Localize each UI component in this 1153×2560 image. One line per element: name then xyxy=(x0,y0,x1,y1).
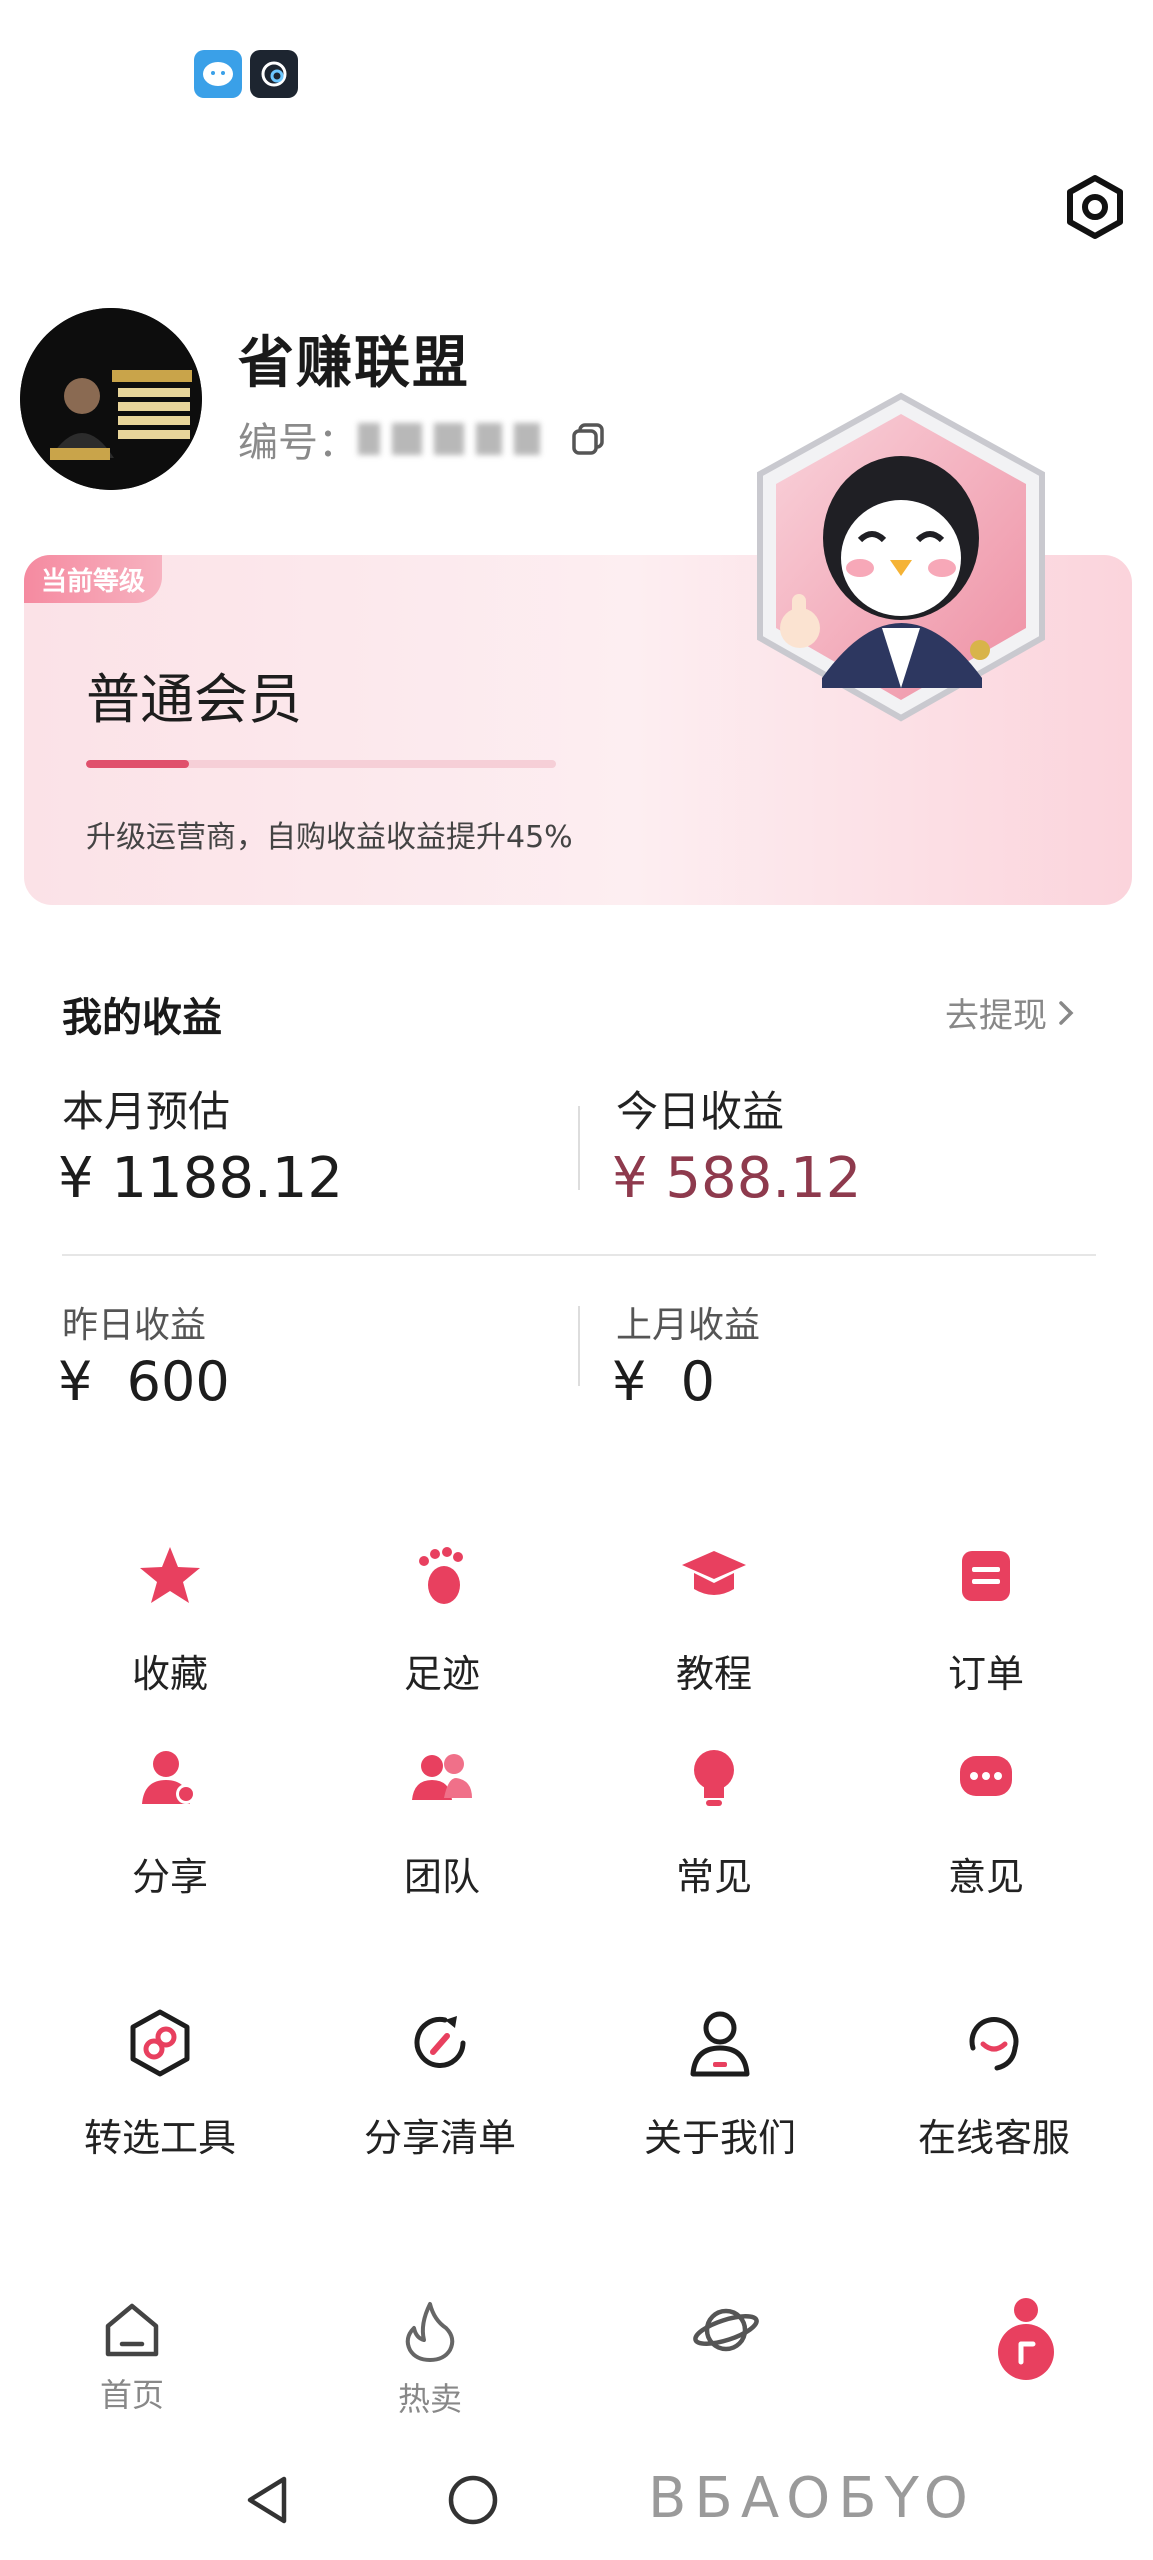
nav-label: 热卖 xyxy=(397,2380,462,2418)
level-upgrade-hint: 升级运营商，自购收益收益提升45% xyxy=(86,820,573,855)
grid-item-footprints[interactable]: 足迹 xyxy=(342,1535,542,1698)
yesterday-earnings-value: ¥ 600 xyxy=(58,1350,230,1413)
grid-item-tutorials[interactable]: 教程 xyxy=(614,1535,814,1698)
grid-label: 意见 xyxy=(947,1855,1024,1899)
user-id-label: 编号： xyxy=(238,420,358,466)
grid-label: 订单 xyxy=(947,1652,1024,1696)
month-estimate-label: 本月预估 xyxy=(62,1087,231,1136)
settings-hexagon-icon[interactable] xyxy=(1060,172,1130,242)
watermark: BБAOБYO xyxy=(648,2466,976,2531)
system-home-button[interactable] xyxy=(438,2470,508,2530)
user-id-redacted xyxy=(434,423,464,455)
tool-label: 在线客服 xyxy=(917,2116,1070,2160)
user-id-redacted xyxy=(392,423,422,455)
tool-item-convert[interactable]: 转选工具 xyxy=(30,2005,290,2162)
tool-label: 转选工具 xyxy=(83,2116,236,2160)
today-earnings-value: ¥ 588.12 xyxy=(612,1146,862,1211)
graduation-cap-icon xyxy=(674,1535,754,1615)
system-back-button[interactable] xyxy=(232,2470,302,2530)
lightbulb-icon xyxy=(674,1738,754,1818)
tool-label: 分享清单 xyxy=(363,2116,516,2160)
chat-bubble-icon xyxy=(946,1738,1026,1818)
month-estimate-value: ¥ 1188.12 xyxy=(58,1146,344,1211)
nav-profile[interactable] xyxy=(956,2296,1096,2382)
earnings-divider xyxy=(578,1106,580,1190)
grid-item-share[interactable]: 分享 xyxy=(70,1738,270,1901)
last-month-earnings-label: 上月收益 xyxy=(616,1305,761,1346)
person-outline-icon xyxy=(682,2005,758,2081)
user-id-row: 编号： xyxy=(238,410,608,468)
grid-item-favorites[interactable]: 收藏 xyxy=(70,1535,270,1698)
today-earnings-label: 今日收益 xyxy=(616,1087,785,1136)
earnings-row-divider xyxy=(62,1254,1096,1256)
grid-item-faq[interactable]: 常见 xyxy=(614,1738,814,1901)
username: 省赚联盟 xyxy=(238,331,470,396)
withdraw-label: 去提现 xyxy=(945,996,1047,1036)
grid-label: 团队 xyxy=(403,1855,480,1899)
grid-label: 足迹 xyxy=(403,1652,480,1696)
user-id-redacted xyxy=(358,423,380,455)
share-user-icon xyxy=(130,1738,210,1818)
share-list-icon xyxy=(402,2005,478,2081)
tool-item-customer-service[interactable]: 在线客服 xyxy=(864,2005,1124,2162)
team-icon xyxy=(402,1738,482,1818)
home-icon xyxy=(62,2300,202,2360)
user-id-redacted xyxy=(514,423,540,455)
grid-label: 教程 xyxy=(675,1652,752,1696)
tool-item-share-list[interactable]: 分享清单 xyxy=(310,2005,570,2162)
nav-home[interactable]: 首页 xyxy=(62,2300,202,2416)
order-icon xyxy=(946,1535,1026,1615)
yesterday-earnings-label: 昨日收益 xyxy=(62,1305,207,1346)
tool-item-about[interactable]: 关于我们 xyxy=(590,2005,850,2162)
link-hexagon-icon xyxy=(122,2005,198,2081)
copy-icon[interactable] xyxy=(568,419,608,459)
last-month-earnings-value: ¥ 0 xyxy=(612,1350,716,1413)
planet-icon xyxy=(656,2300,796,2360)
chevron-right-icon xyxy=(1055,998,1077,1028)
customer-service-icon xyxy=(956,2005,1032,2081)
nav-label: 首页 xyxy=(99,2376,164,2414)
level-name: 普通会员 xyxy=(86,668,302,731)
level-tag: 当前等级 xyxy=(24,555,162,603)
status-app-icon-2 xyxy=(250,50,298,98)
grid-item-feedback[interactable]: 意见 xyxy=(886,1738,1086,1901)
grid-label: 分享 xyxy=(131,1855,208,1899)
status-app-icon-1 xyxy=(194,50,242,98)
grid-label: 收藏 xyxy=(131,1652,208,1696)
withdraw-link[interactable]: 去提现 xyxy=(945,988,1077,1037)
grid-item-team[interactable]: 团队 xyxy=(342,1738,542,1901)
earnings-title: 我的收益 xyxy=(62,995,222,1041)
nav-hot-sale[interactable]: 热卖 xyxy=(360,2300,500,2420)
penguin-mascot-badge xyxy=(742,388,1060,728)
nav-discover[interactable] xyxy=(656,2300,796,2370)
footprint-icon xyxy=(402,1535,482,1615)
user-id-redacted xyxy=(476,423,502,455)
profile-icon xyxy=(956,2296,1096,2382)
grid-label: 常见 xyxy=(675,1855,752,1899)
level-progress-fill xyxy=(86,760,190,768)
star-icon xyxy=(130,1535,210,1615)
tool-label: 关于我们 xyxy=(643,2116,796,2160)
earnings-divider xyxy=(578,1306,580,1386)
level-progress-bar xyxy=(86,760,556,768)
grid-item-orders[interactable]: 订单 xyxy=(886,1535,1086,1698)
avatar[interactable] xyxy=(20,308,202,490)
flame-icon xyxy=(360,2300,500,2364)
